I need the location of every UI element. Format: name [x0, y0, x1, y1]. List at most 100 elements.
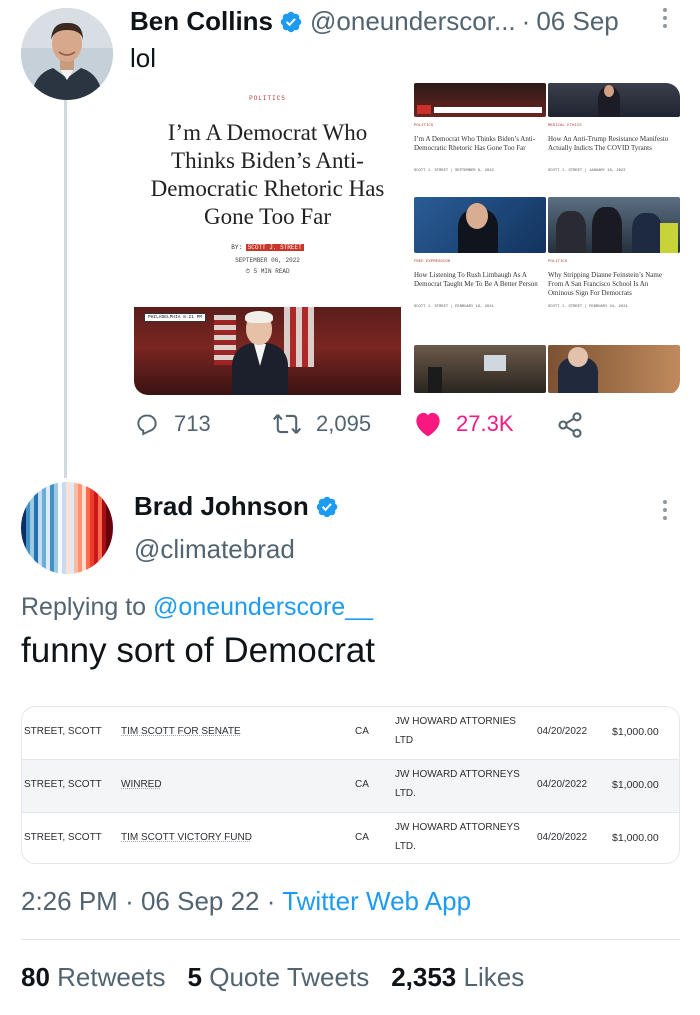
- verified-badge-icon: [316, 496, 338, 517]
- reply-icon: [137, 414, 157, 436]
- quotes-label: Quote Tweets: [209, 962, 370, 992]
- amount-cell: $1,000.00: [612, 832, 659, 844]
- retweet-count: 2,095: [316, 411, 372, 436]
- article-section: POLITICS: [249, 95, 286, 102]
- like-button[interactable]: 27.3K: [414, 411, 514, 437]
- related-article-headline: How An Anti-Trump Resistance Manifesto A…: [548, 135, 669, 152]
- more-options-icon[interactable]: [663, 8, 669, 28]
- employer-cell-line2: LTD.: [395, 788, 416, 799]
- quotes-count: 5: [187, 962, 203, 992]
- article-photo: PHILADELPHIA 8:21 PM: [134, 307, 401, 395]
- reply-count: 713: [174, 411, 211, 436]
- related-article-headline: How Listening To Rush Limbaugh As A Demo…: [414, 271, 538, 288]
- tweet-timestamp: 2:26 PM · 06 Sep 22 · Twitter Web App: [21, 886, 471, 917]
- employer-cell-line1: JW HOWARD ATTORNEYS: [395, 769, 520, 780]
- related-article-category: POLITICS: [548, 260, 568, 264]
- author-name[interactable]: Brad Johnson: [134, 491, 346, 522]
- quote-tweets-stat[interactable]: 5 Quote Tweets: [188, 962, 370, 993]
- related-article-meta: SCOTT J. STREET | SEPTEMBER 6, 2022: [414, 169, 494, 173]
- date-cell: 04/20/2022: [537, 779, 588, 790]
- verified-badge-icon: [280, 11, 302, 32]
- retweets-count: 80: [21, 962, 50, 992]
- employer-cell-line1: JW HOWARD ATTORNEYS: [395, 822, 520, 833]
- table-row: STREET, SCOTT TIM SCOTT VICTORY FUND CA …: [22, 813, 679, 863]
- recipient-cell: TIM SCOTT VICTORY FUND: [121, 832, 252, 843]
- separator-dot: ·: [125, 886, 134, 916]
- byline-label: BY:: [231, 244, 243, 251]
- retweet-button[interactable]: 2,095: [272, 411, 371, 437]
- related-article-image: [414, 345, 546, 393]
- author-name[interactable]: Ben Collins: [130, 6, 273, 37]
- likes-stat[interactable]: 2,353 Likes: [391, 962, 524, 993]
- likes-label: Likes: [463, 962, 525, 992]
- flag-graphic: [284, 307, 314, 367]
- engagement-stats: 80 Retweets 5 Quote Tweets 2,353 Likes: [21, 962, 524, 993]
- thread-connector: [64, 100, 67, 478]
- heart-filled-icon: [416, 412, 440, 437]
- tweet-full-date[interactable]: 06 Sep 22: [141, 886, 260, 916]
- related-article-meta: SCOTT J. STREET | FEBRUARY 19, 2021: [414, 305, 494, 309]
- tweet-time[interactable]: 2:26 PM: [21, 886, 118, 916]
- divider: [21, 939, 680, 940]
- like-count: 27.3K: [456, 411, 514, 436]
- related-article-image: [548, 83, 680, 117]
- avatar[interactable]: [21, 482, 113, 574]
- recipient-cell: TIM SCOTT FOR SENATE: [121, 726, 241, 737]
- table-row: STREET, SCOTT TIM SCOTT FOR SENATE CA JW…: [22, 707, 679, 759]
- article-screenshot-media[interactable]: POLITICS I’m A Democrat Who Thinks Biden…: [134, 83, 680, 395]
- related-article-headline: Why Stripping Dianne Feinstein’s Name Fr…: [548, 271, 662, 297]
- related-article-image: [548, 197, 680, 253]
- article-title: I’m A Democrat Who Thinks Biden’s Anti-D…: [150, 120, 385, 229]
- separator-dot: ·: [266, 886, 276, 916]
- share-icon: [558, 412, 582, 438]
- donation-records-image[interactable]: STREET, SCOTT TIM SCOTT FOR SENATE CA JW…: [21, 706, 680, 864]
- replying-label: Replying to: [21, 593, 147, 621]
- tweet-source-link[interactable]: Twitter Web App: [282, 886, 471, 916]
- related-article-category: MEDICAL ETHICS: [548, 124, 582, 128]
- article-byline: BY: SCOTT J. STREET: [134, 244, 401, 251]
- reply-button[interactable]: 713: [134, 411, 211, 437]
- tweet-text: funny sort of Democrat: [21, 631, 376, 670]
- state-cell: CA: [355, 726, 369, 737]
- state-cell: CA: [355, 779, 369, 790]
- author-handle[interactable]: @oneunderscor...: [310, 6, 516, 37]
- article-read-time: ⏱ 5 MIN READ: [245, 268, 290, 275]
- amount-cell: $1,000.00: [612, 726, 659, 738]
- date-cell: 04/20/2022: [537, 726, 588, 737]
- avatar[interactable]: [21, 8, 113, 100]
- related-article-headline: I’m A Democrat Who Thinks Biden’s Anti-D…: [414, 135, 536, 152]
- byline-author: SCOTT J. STREET: [245, 244, 304, 251]
- retweets-label: Retweets: [57, 962, 166, 992]
- related-article-image: [414, 83, 546, 117]
- article-date: SEPTEMBER 06, 2022: [235, 257, 300, 264]
- state-cell: CA: [355, 832, 369, 843]
- ben-collins-avatar-image: [21, 8, 113, 100]
- related-article-meta: SCOTT J. STREET | JANUARY 18, 2022: [548, 169, 626, 173]
- related-article-category: POLITICS: [414, 124, 434, 128]
- retweets-stat[interactable]: 80 Retweets: [21, 962, 166, 993]
- retweet-icon: [272, 414, 302, 434]
- employer-cell-line2: LTD: [395, 735, 414, 746]
- tweet-date[interactable]: 06 Sep: [536, 6, 618, 37]
- related-article-category: FREE EXPRESSION: [414, 260, 451, 264]
- more-options-icon[interactable]: [663, 500, 669, 520]
- article-main: POLITICS I’m A Democrat Who Thinks Biden…: [134, 83, 401, 395]
- related-article-meta: SCOTT J. STREET | FEBRUARY 24, 2021: [548, 305, 628, 309]
- related-article-image: [414, 197, 546, 253]
- recipient-cell: WINRED: [121, 779, 162, 790]
- author-name-text: Brad Johnson: [134, 491, 309, 521]
- tweet-header: Ben Collins @oneunderscor... · 06 Sep: [130, 6, 619, 37]
- share-button[interactable]: [556, 411, 598, 439]
- donor-cell: STREET, SCOTT: [24, 832, 102, 843]
- employer-cell-line2: LTD.: [395, 841, 416, 852]
- employer-cell-line1: JW HOWARD ATTORNIES: [395, 716, 516, 727]
- replying-mention-link[interactable]: @oneunderscore__: [153, 593, 373, 621]
- likes-count: 2,353: [391, 962, 457, 992]
- photo-location-badge: PHILADELPHIA 8:21 PM: [144, 313, 207, 322]
- separator-dot: ·: [521, 6, 531, 36]
- author-handle[interactable]: @climatebrad: [134, 534, 295, 565]
- tweet-text: lol: [130, 43, 157, 73]
- date-cell: 04/20/2022: [537, 832, 588, 843]
- donor-cell: STREET, SCOTT: [24, 779, 102, 790]
- replying-to: Replying to @oneunderscore__: [21, 593, 373, 622]
